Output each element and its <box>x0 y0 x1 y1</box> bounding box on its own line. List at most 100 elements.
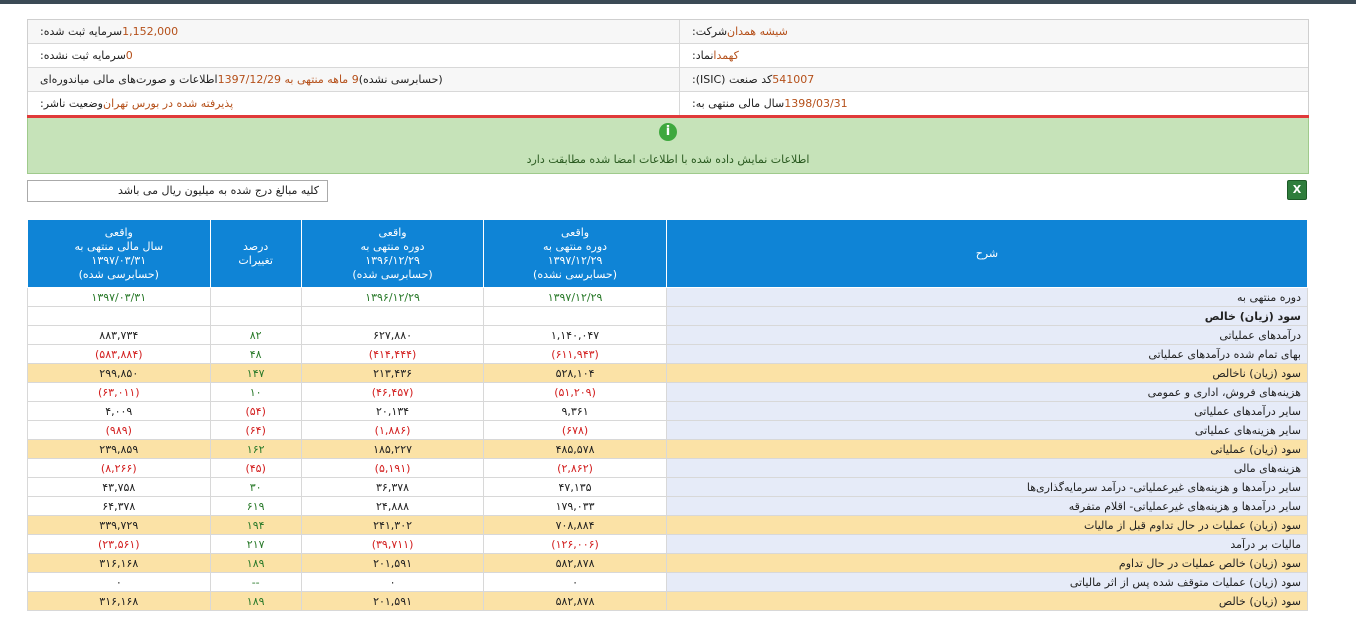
row-value: ۲۰۱,۵۹۱ <box>300 553 485 573</box>
row-description: سایر هزینه‌های عملیاتی <box>665 420 1309 440</box>
info-label: کد صنعت (ISIC): <box>692 73 773 86</box>
row-value: ۲۱۷ <box>209 534 302 554</box>
header-line: واقعی <box>378 225 407 239</box>
table-row: هزینه‌های فروش، اداری و عمومی (۵۱,۲۰۹) (۴۶… <box>27 382 1309 402</box>
row-description: مالیات بر درآمد <box>665 534 1309 554</box>
row-value: ۱۳۹۷/۰۳/۳۱ <box>27 287 211 307</box>
info-value: پذیرفته شده در بورس تهران <box>102 97 234 110</box>
table-row: سود (زیان) عملیات در حال تداوم قبل از ما… <box>27 515 1309 535</box>
table-row: مالیات بر درآمد (۱۲۶,۰۰۶) (۳۹,۷۱۱) ۲۱۷ (۲۳,۵… <box>27 534 1309 554</box>
row-value: ۴,۰۰۹ <box>27 401 211 421</box>
table-row: سایر درآمدها و هزینه‌های غیرعملیاتی- اقل… <box>27 496 1309 516</box>
row-value: (۶۱۱,۹۴۳) <box>483 344 667 364</box>
info-right-cell: کد صنعت (ISIC): 541007 <box>679 68 1308 91</box>
header-line: (حسابرسی شده) <box>78 267 159 281</box>
row-description: سود (زیان) خالص <box>665 591 1309 611</box>
row-value: ۴۳,۷۵۸ <box>27 477 211 497</box>
row-value: (۱۲۶,۰۰۶) <box>483 534 667 554</box>
row-value: ۵۸۲,۸۷۸ <box>483 553 667 573</box>
row-value: (۴۱۴,۴۴۴) <box>300 344 485 364</box>
info-label: سرمایه ثبت نشده: <box>40 49 126 62</box>
row-value: ۱۹۴ <box>209 515 302 535</box>
header-change-percent: درصد تغییرات <box>209 219 302 288</box>
row-value: (۱,۸۸۶) <box>300 420 485 440</box>
row-value: ۲۰,۱۳۴ <box>300 401 485 421</box>
row-description: هزینه‌های فروش، اداری و عمومی <box>665 382 1309 402</box>
row-value: ۱۸۹ <box>209 553 302 573</box>
row-value: (۲,۸۶۲) <box>483 458 667 478</box>
row-value: ۲۳۹,۸۵۹ <box>27 439 211 459</box>
row-value: ۲۴۱,۳۰۲ <box>300 515 485 535</box>
row-value: (۶۳,۰۱۱) <box>27 382 211 402</box>
row-value: ۱۸۹ <box>209 591 302 611</box>
row-value: ۱۳۹۶/۱۲/۲۹ <box>300 287 485 307</box>
table-row: سود (زیان) عملیاتی ۴۸۵,۵۷۸ ۱۸۵,۲۲۷ ۱۶۲ ۲۳۹,۸… <box>27 439 1309 459</box>
row-value: ۶۴,۳۷۸ <box>27 496 211 516</box>
header-previous-period: واقعی دوره منتهی به ۱۳۹۶/۱۲/۲۹ (حسابرسی شده… <box>300 219 485 288</box>
info-left-cell: اطلاعات و صورت‌های مالی میاندوره‌ای 9 ماه… <box>28 68 679 91</box>
info-value: 541007 <box>772 73 815 86</box>
row-value: ۱۷۹,۰۳۳ <box>483 496 667 516</box>
header-line: سال مالی منتهی به <box>74 239 164 253</box>
row-value <box>209 287 302 307</box>
row-value: (۴۶,۴۵۷) <box>300 382 485 402</box>
row-value: ۱۴۷ <box>209 363 302 383</box>
info-right-cell: نماد: کهمدا <box>679 44 1308 67</box>
row-value: ۳۳۹,۷۲۹ <box>27 515 211 535</box>
row-value: ۶۲۷,۸۸۰ <box>300 325 485 345</box>
info-suffix: (حسابرسی نشده) <box>358 73 447 86</box>
info-row: کد صنعت (ISIC): 541007 اطلاعات و صورت‌های … <box>28 68 1308 92</box>
header-line: ۱۳۹۶/۱۲/۲۹ <box>365 253 420 267</box>
info-left-cell: سرمایه ثبت شده: 1,152,000 <box>28 20 679 43</box>
info-right-cell: شرکت: شیشه همدان <box>679 20 1308 43</box>
info-row: شرکت: شیشه همدان سرمایه ثبت شده: 1,152,000 <box>28 20 1308 44</box>
info-row: سال مالی منتهی به: 1398/03/31 وضعیت ناشر: پ… <box>28 92 1308 116</box>
info-label: سال مالی منتهی به: <box>692 97 785 110</box>
row-value: ۵۲۸,۱۰۴ <box>483 363 667 383</box>
row-value: (۹۸۹) <box>27 420 211 440</box>
company-info-panel: شرکت: شیشه همدان سرمایه ثبت شده: 1,152,000 ن… <box>27 19 1309 116</box>
info-label: نماد: <box>692 49 714 62</box>
header-fiscal-year: واقعی سال مالی منتهی به ۱۳۹۷/۰۳/۳۱ (حسابرسی… <box>27 219 211 288</box>
signature-match-alert: i اطلاعات نمایش داده شده با اطلاعات امضا… <box>27 118 1309 174</box>
row-value: ۱۶۲ <box>209 439 302 459</box>
row-description: سود (زیان) خالص <box>665 306 1309 326</box>
header-current-period: واقعی دوره منتهی به ۱۳۹۷/۱۲/۲۹ (حسابرسی نشد… <box>483 219 667 288</box>
table-row: سود (زیان) خالص ۵۸۲,۸۷۸ ۲۰۱,۵۹۱ ۱۸۹ ۳۱۶,۱۶۸ <box>27 591 1309 611</box>
row-value: (۵۱,۲۰۹) <box>483 382 667 402</box>
row-value: (۶۴) <box>209 420 302 440</box>
row-value: ۳۱۶,۱۶۸ <box>27 553 211 573</box>
row-value: (۴۵) <box>209 458 302 478</box>
row-value: (۸,۲۶۶) <box>27 458 211 478</box>
table-row: هزینه‌های مالی (۲,۸۶۲) (۵,۱۹۱) (۴۵) (۸,۲۶۶) <box>27 458 1309 478</box>
header-line: ۱۳۹۷/۱۲/۲۹ <box>547 253 603 267</box>
info-label: وضعیت ناشر: <box>40 97 103 110</box>
row-value: ۲۰۱,۵۹۱ <box>300 591 485 611</box>
row-value <box>27 306 211 326</box>
row-description: سود (زیان) عملیات در حال تداوم قبل از ما… <box>665 515 1309 535</box>
alert-text: اطلاعات نمایش داده شده با اطلاعات امضا ش… <box>526 153 810 166</box>
row-value: ۷۰۸,۸۸۴ <box>483 515 667 535</box>
financial-statement-table: شرح واقعی دوره منتهی به ۱۳۹۷/۱۲/۲۹ (حسابرسی… <box>27 219 1309 611</box>
info-value: کهمدا <box>713 49 739 62</box>
info-value: 1398/03/31 <box>784 97 848 110</box>
row-value: ۵۸۲,۸۷۸ <box>483 591 667 611</box>
row-value: ۱,۱۴۰,۰۴۷ <box>483 325 667 345</box>
row-description: هزینه‌های مالی <box>665 458 1309 478</box>
info-icon: i <box>659 123 677 141</box>
info-value: شیشه همدان <box>727 25 788 38</box>
units-note-box: کلیه مبالغ درج شده به میلیون ریال می باش… <box>27 180 328 202</box>
header-line: دوره منتهی به <box>543 239 608 253</box>
info-label: سرمایه ثبت شده: <box>40 25 123 38</box>
info-left-cell: وضعیت ناشر: پذیرفته شده در بورس تهران <box>28 92 679 115</box>
row-value: ۰ <box>483 572 667 592</box>
row-value: (۵,۱۹۱) <box>300 458 485 478</box>
row-value: ۹,۳۶۱ <box>483 401 667 421</box>
header-line: واقعی <box>560 225 590 239</box>
excel-icon[interactable]: X <box>1287 180 1307 200</box>
row-value: ۴۸ <box>209 344 302 364</box>
row-value: (۲۳,۵۶۱) <box>27 534 211 554</box>
table-row: سود (زیان) خالص عملیات در حال تداوم ۵۸۲,۸… <box>27 553 1309 573</box>
row-value: ۱۳۹۷/۱۲/۲۹ <box>483 287 667 307</box>
info-label: شرکت: <box>692 25 728 38</box>
